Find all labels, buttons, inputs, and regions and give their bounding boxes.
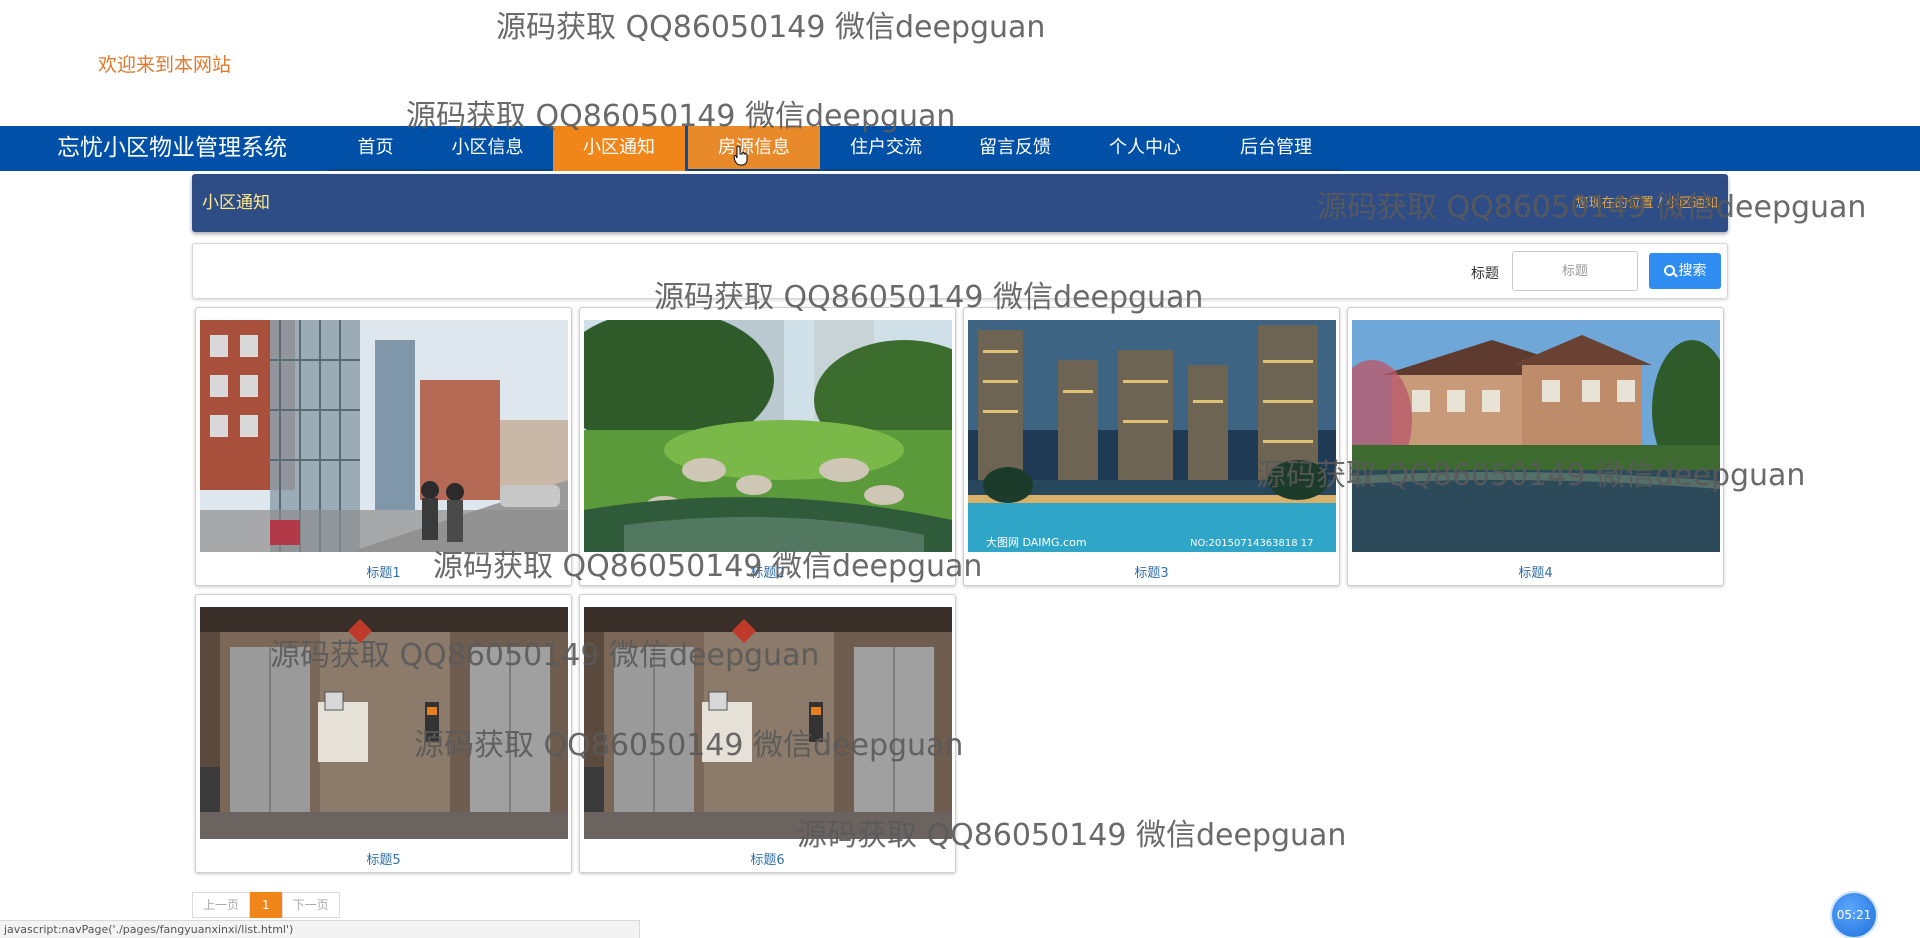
notice-card-title[interactable]: 标题5	[196, 849, 571, 868]
notice-card[interactable]: 标题5	[195, 594, 572, 873]
image-watermark-left: 大图网 DAIMG.com	[986, 535, 1087, 549]
notice-card[interactable]: 大图网 DAIMG.com NO:20150714363818 17 标题3	[963, 307, 1340, 586]
search-label: 标题	[1471, 266, 1499, 282]
nav-housing-info[interactable]: 房源信息	[688, 126, 820, 171]
notice-card[interactable]: 标题2	[579, 307, 956, 586]
search-button-label: 搜索	[1678, 263, 1707, 279]
search-input[interactable]	[1512, 251, 1638, 291]
pagination: 上一页 1 下一页	[192, 892, 340, 918]
notice-card-image	[1352, 320, 1720, 552]
page: 欢迎来到本网站 忘忧小区物业管理系统 首页 小区信息 小区通知 房源信息 住户交…	[0, 0, 1920, 938]
notice-card-title[interactable]: 标题1	[196, 562, 571, 581]
site-brand[interactable]: 忘忧小区物业管理系统	[57, 126, 287, 171]
notice-card-image	[200, 607, 568, 839]
section-header: 小区通知 您现在的位置 / 小区通知	[192, 174, 1728, 232]
nav-admin[interactable]: 后台管理	[1210, 126, 1342, 171]
watermark-text: 源码获取 QQ86050149 微信deepguan	[496, 10, 1046, 45]
nav-feedback[interactable]: 留言反馈	[950, 126, 1080, 171]
current-page-button[interactable]: 1	[250, 892, 282, 918]
breadcrumb-separator: /	[1657, 196, 1662, 211]
breadcrumb-location[interactable]: 您现在的位置	[1576, 196, 1654, 211]
next-page-button[interactable]: 下一页	[281, 892, 340, 918]
image-watermark-right: NO:20150714363818 17	[1190, 538, 1314, 549]
nav-personal-center[interactable]: 个人中心	[1080, 126, 1210, 171]
nav-home[interactable]: 首页	[329, 126, 422, 171]
main-navbar: 忘忧小区物业管理系统 首页 小区信息 小区通知 房源信息 住户交流 留言反馈 个…	[0, 126, 1920, 171]
notice-card[interactable]: 标题6	[579, 594, 956, 873]
recording-timer-badge: 05:21	[1832, 893, 1876, 937]
search-button[interactable]: 搜索	[1649, 253, 1721, 289]
notice-card-title[interactable]: 标题2	[580, 562, 955, 581]
browser-status-bar: javascript:navPage('./pages/fangyuanxinx…	[0, 920, 640, 938]
search-icon	[1663, 265, 1675, 276]
notice-card[interactable]: 标题1	[195, 307, 572, 586]
nav-resident-exchange[interactable]: 住户交流	[822, 126, 950, 171]
nav-community-notice[interactable]: 小区通知	[553, 126, 685, 171]
notice-card-image	[200, 320, 568, 552]
welcome-text: 欢迎来到本网站	[98, 54, 232, 76]
nav-community-info[interactable]: 小区信息	[423, 126, 552, 171]
notice-card-title[interactable]: 标题3	[964, 562, 1339, 581]
search-panel: 标题 搜索	[192, 243, 1728, 299]
notice-card-title[interactable]: 标题4	[1348, 562, 1723, 581]
notice-card-image: 大图网 DAIMG.com NO:20150714363818 17	[968, 320, 1336, 552]
prev-page-button[interactable]: 上一页	[192, 892, 251, 918]
notice-card[interactable]: 标题4	[1347, 307, 1724, 586]
breadcrumb: 您现在的位置 / 小区通知	[1576, 192, 1718, 211]
breadcrumb-current[interactable]: 小区通知	[1666, 196, 1718, 211]
notice-card-title[interactable]: 标题6	[580, 849, 955, 868]
notice-card-image	[584, 607, 952, 839]
section-title: 小区通知	[202, 193, 270, 213]
hand-cursor-icon	[733, 145, 748, 166]
notice-card-image	[584, 320, 952, 552]
